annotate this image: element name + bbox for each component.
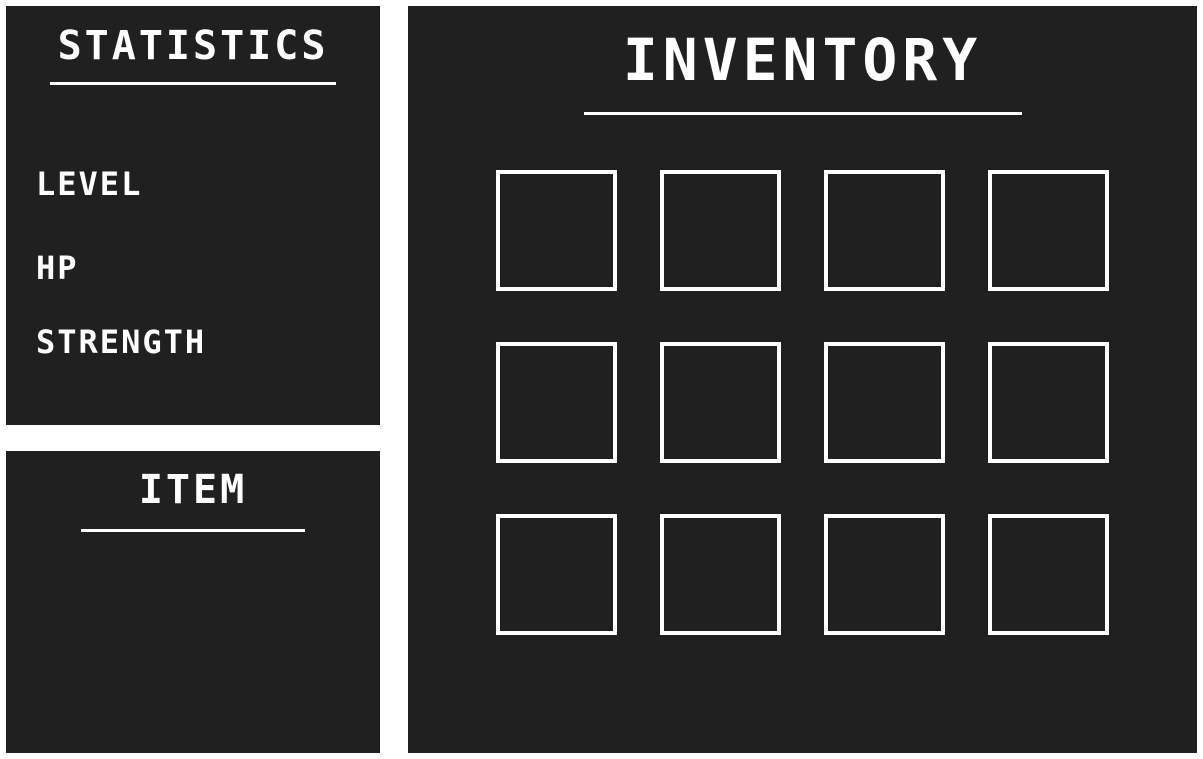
inventory-slot[interactable] [988, 170, 1109, 291]
inventory-slot[interactable] [824, 170, 945, 291]
inventory-slot[interactable] [496, 342, 617, 463]
inventory-title: INVENTORY [622, 26, 983, 94]
item-panel: ITEM [6, 451, 380, 753]
inventory-slot[interactable] [496, 514, 617, 635]
inventory-slot[interactable] [660, 170, 781, 291]
inventory-slot[interactable] [496, 170, 617, 291]
inventory-slot[interactable] [988, 514, 1109, 635]
inventory-slot[interactable] [824, 342, 945, 463]
stat-strength-label: STRENGTH [36, 323, 207, 361]
statistics-title-underline [50, 82, 336, 85]
inventory-title-underline [584, 112, 1022, 115]
inventory-slot[interactable] [660, 342, 781, 463]
stat-hp-label: HP [36, 249, 79, 287]
item-title-underline [81, 529, 305, 532]
inventory-slot[interactable] [660, 514, 781, 635]
inventory-panel: INVENTORY [408, 6, 1197, 753]
inventory-slot[interactable] [988, 342, 1109, 463]
stat-level-label: LEVEL [36, 165, 143, 203]
statistics-title: STATISTICS [57, 23, 329, 69]
item-title: ITEM [138, 467, 248, 513]
inventory-slot[interactable] [824, 514, 945, 635]
statistics-panel: STATISTICS LEVEL HP STRENGTH [6, 6, 380, 425]
